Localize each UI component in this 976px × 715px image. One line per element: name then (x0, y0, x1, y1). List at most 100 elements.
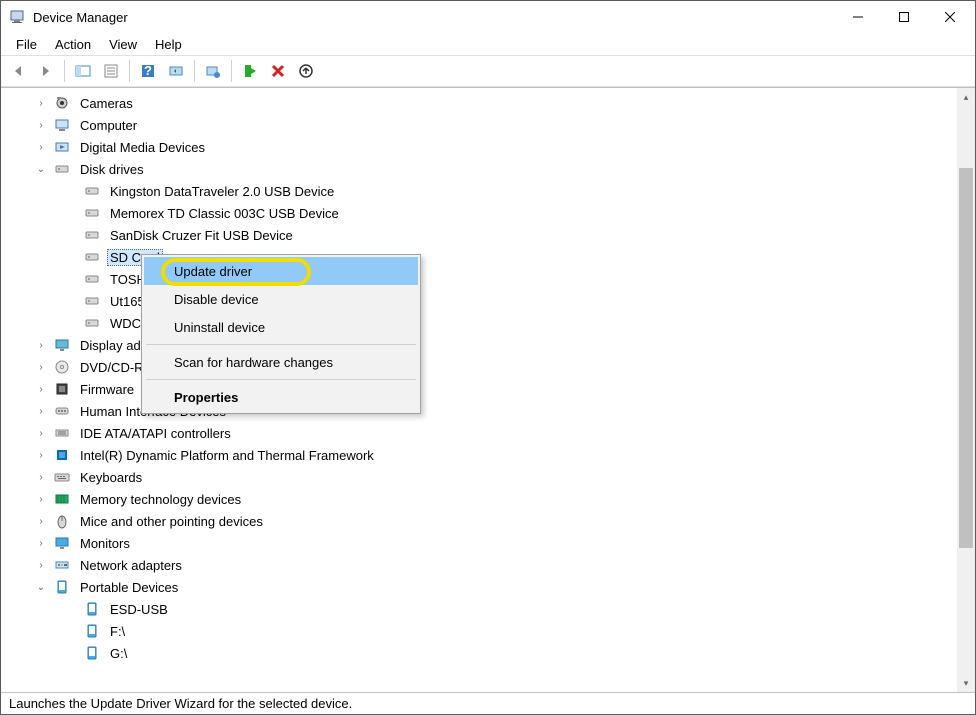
tree-item[interactable]: › Computer (7, 114, 957, 136)
toolbar-separator (64, 60, 65, 82)
disk-icon (83, 315, 101, 331)
display-icon (53, 337, 71, 353)
properties-button[interactable] (98, 58, 124, 84)
tree-item-label: ESD-USB (107, 601, 171, 618)
expand-icon[interactable]: › (35, 339, 47, 351)
expand-icon[interactable]: › (35, 515, 47, 527)
menu-help[interactable]: Help (146, 35, 191, 54)
tree-item[interactable]: ›Keyboards (7, 466, 957, 488)
tree-item[interactable]: › Memory technology devices (7, 488, 957, 510)
expand-icon[interactable]: › (35, 361, 47, 373)
tree-item[interactable]: ›Cameras (7, 92, 957, 114)
expand-icon[interactable]: › (35, 493, 47, 505)
update-driver-button[interactable] (200, 58, 226, 84)
expand-icon[interactable]: › (35, 427, 47, 439)
expand-icon[interactable]: › (35, 471, 47, 483)
tree-item-label: Disk drives (77, 161, 147, 178)
menu-file[interactable]: File (7, 35, 46, 54)
menubar: File Action View Help (1, 33, 975, 55)
menu-view[interactable]: View (100, 35, 146, 54)
tree-item[interactable]: Kingston DataTraveler 2.0 USB Device (7, 180, 957, 202)
context-menu-item[interactable]: Properties (144, 383, 418, 411)
tree-item-label: Network adapters (77, 557, 185, 574)
tree-item[interactable]: G:\ (7, 642, 957, 664)
context-menu-item[interactable]: Update driver (144, 257, 418, 285)
mouse-icon (53, 513, 71, 529)
scroll-down-button[interactable]: ▾ (957, 674, 975, 692)
disk-icon (83, 227, 101, 243)
content: ›Cameras›Computer›Digital Media Devices⌄… (1, 87, 975, 692)
intel-icon (53, 447, 71, 463)
expand-icon[interactable]: › (35, 405, 47, 417)
tree-item[interactable]: SanDisk Cruzer Fit USB Device (7, 224, 957, 246)
expand-icon[interactable]: › (35, 119, 47, 131)
tree-item[interactable]: ⌄ Portable Devices (7, 576, 957, 598)
expand-icon[interactable]: › (35, 559, 47, 571)
disk-icon (83, 205, 101, 221)
vertical-scrollbar[interactable]: ▴ ▾ (957, 88, 975, 692)
expand-icon[interactable]: › (35, 383, 47, 395)
tree-item[interactable]: ›Intel(R) Dynamic Platform and Thermal F… (7, 444, 957, 466)
disable-device-button[interactable] (293, 58, 319, 84)
tree-item-label: G:\ (107, 645, 130, 662)
scan-hardware-button[interactable] (163, 58, 189, 84)
menu-action[interactable]: Action (46, 35, 100, 54)
tree-item-label: Computer (77, 117, 140, 134)
status-text: Launches the Update Driver Wizard for th… (9, 696, 352, 711)
maximize-button[interactable] (881, 1, 927, 33)
tree-item[interactable]: ›Digital Media Devices (7, 136, 957, 158)
tree-item-label: Mice and other pointing devices (77, 513, 266, 530)
toolbar-separator (194, 60, 195, 82)
disk-icon (53, 161, 71, 177)
device-tree[interactable]: ›Cameras›Computer›Digital Media Devices⌄… (1, 88, 957, 692)
scroll-up-button[interactable]: ▴ (957, 88, 975, 106)
close-button[interactable] (927, 1, 973, 33)
context-menu-item[interactable]: Uninstall device (144, 313, 418, 341)
tree-item[interactable]: Memorex TD Classic 003C USB Device (7, 202, 957, 224)
tree-item-label: Monitors (77, 535, 133, 552)
firmware-icon (53, 381, 71, 397)
uninstall-device-button[interactable] (265, 58, 291, 84)
expand-icon[interactable]: › (35, 449, 47, 461)
disk-icon (83, 293, 101, 309)
statusbar: Launches the Update Driver Wizard for th… (1, 692, 975, 714)
tree-item[interactable]: › Mice and other pointing devices (7, 510, 957, 532)
context-menu-item[interactable]: Disable device (144, 285, 418, 313)
expand-icon[interactable]: › (35, 537, 47, 549)
tree-item-label: Kingston DataTraveler 2.0 USB Device (107, 183, 337, 200)
context-menu-item[interactable]: Scan for hardware changes (144, 348, 418, 376)
media-icon (53, 139, 71, 155)
tree-item-label: Memory technology devices (77, 491, 244, 508)
toolbar: ? (1, 55, 975, 87)
tree-item[interactable]: › Monitors (7, 532, 957, 554)
tree-item[interactable]: ›IDE ATA/ATAPI controllers (7, 422, 957, 444)
back-button[interactable] (5, 58, 31, 84)
expand-icon[interactable]: › (35, 141, 47, 153)
tree-item[interactable]: ESD-USB (7, 598, 957, 620)
portable-icon (83, 645, 101, 661)
titlebar: Device Manager (1, 1, 975, 33)
hid-icon (53, 403, 71, 419)
tree-item-label: Portable Devices (77, 579, 181, 596)
tree-item-label: Display ada (77, 337, 151, 354)
collapse-icon[interactable]: ⌄ (35, 163, 47, 175)
expand-icon[interactable]: › (35, 97, 47, 109)
tree-item-label: Memorex TD Classic 003C USB Device (107, 205, 342, 222)
collapse-icon[interactable]: ⌄ (35, 581, 47, 593)
tree-item[interactable]: › Network adapters (7, 554, 957, 576)
scroll-thumb[interactable] (959, 168, 973, 548)
ide-icon (53, 425, 71, 441)
context-menu: Update driverDisable deviceUninstall dev… (141, 254, 421, 414)
minimize-button[interactable] (835, 1, 881, 33)
tree-item[interactable]: F:\ (7, 620, 957, 642)
context-menu-separator (146, 379, 416, 380)
toolbar-separator (231, 60, 232, 82)
show-hide-console-tree-button[interactable] (70, 58, 96, 84)
tree-item[interactable]: ⌄ Disk drives (7, 158, 957, 180)
tree-item-label: Firmware (77, 381, 137, 398)
help-button[interactable]: ? (135, 58, 161, 84)
forward-button[interactable] (33, 58, 59, 84)
enable-device-button[interactable] (237, 58, 263, 84)
toolbar-separator (129, 60, 130, 82)
dvd-icon (53, 359, 71, 375)
